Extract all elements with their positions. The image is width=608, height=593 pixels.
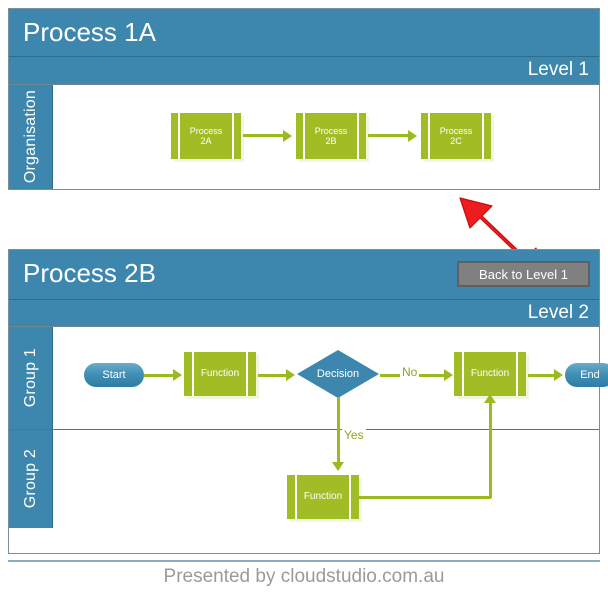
footer-credit: Presented by cloudstudio.com.au [163, 566, 445, 587]
shape-process-2b[interactable]: Process 2B [296, 113, 366, 159]
level-1-label: Level 1 [527, 59, 589, 80]
shape-function-1[interactable]: Function [184, 352, 256, 396]
procbox-right-bar [484, 113, 491, 159]
level-1-title-bar: Process 1A [9, 9, 599, 57]
procbox-label: Process 2C [430, 113, 482, 159]
page-title: Process 1A [23, 17, 156, 47]
shape-end[interactable]: End [565, 363, 608, 387]
arrowhead-yes-to-function3 [332, 462, 344, 471]
shape-function-3[interactable]: Function [287, 475, 359, 519]
level-1-level-badge: Level 1 [9, 57, 599, 85]
level-2-panel: Process 2B Back to Level 1 Level 2 Group… [8, 249, 608, 554]
footer-divider [8, 560, 600, 562]
level-2-title-bar: Process 2B Back to Level 1 [9, 250, 599, 300]
connector-start-to-function1 [144, 373, 175, 377]
procbox-label: Function [297, 475, 349, 519]
connector-label-no: No [400, 365, 420, 379]
connector-2a-to-2b [243, 134, 285, 137]
procbox-left-bar [184, 352, 192, 396]
procbox-left-bar [296, 113, 303, 159]
procbox-label: Process 2B [305, 113, 357, 159]
lane-group-2: Group 2 Yes Function [9, 428, 599, 528]
arrowhead-2b-to-2c [408, 129, 417, 142]
lane-group-1: Group 1 Start Function Decision No Funct… [9, 327, 608, 430]
arrowhead-function1-to-decision [286, 369, 295, 381]
connector-function3-return-vertical [488, 430, 492, 498]
connector-function2-to-end [528, 373, 556, 377]
level-2-level-badge: Level 2 [9, 300, 599, 327]
lane-organisation: Organisation Process 2A Process 2B Proce… [9, 85, 599, 189]
level-1-panel: Process 1A Level 1 Organisation Process 2… [8, 8, 600, 190]
lane-body-group-2: Yes Function [53, 428, 599, 528]
procbox-right-bar [359, 113, 366, 159]
connector-return-vertical-upper [488, 401, 492, 430]
procbox-left-bar [454, 352, 462, 396]
connector-function1-to-decision [258, 373, 288, 377]
procbox-right-bar [234, 113, 241, 159]
connector-decision-yes-stub [336, 397, 340, 430]
arrowhead-decision-to-function2 [444, 369, 453, 381]
shape-function-2[interactable]: Function [454, 352, 526, 396]
procbox-label: Function [464, 352, 516, 396]
procbox-label: Process 2A [180, 113, 232, 159]
procbox-left-bar [287, 475, 295, 519]
lane-label-group-1: Group 1 [9, 327, 53, 429]
level-2-label: Level 2 [527, 302, 589, 323]
shape-process-2a[interactable]: Process 2A [171, 113, 241, 159]
procbox-right-bar [248, 352, 256, 396]
procbox-left-bar [171, 113, 178, 159]
arrowhead-start-to-function1 [173, 369, 182, 381]
lane-label-group-2: Group 2 [9, 430, 53, 528]
connector-function3-return-horizontal [359, 495, 491, 499]
procbox-label: Function [194, 352, 246, 396]
shape-decision[interactable]: Decision [296, 349, 380, 399]
procbox-right-bar [518, 352, 526, 396]
procbox-left-bar [421, 113, 428, 159]
connector-2b-to-2c [368, 134, 410, 137]
lane-body-group-1: Start Function Decision No Function End [53, 327, 608, 430]
procbox-right-bar [351, 475, 359, 519]
arrowhead-2a-to-2b [283, 129, 292, 142]
lane-body-organisation: Process 2A Process 2B Process 2C [53, 85, 599, 189]
shape-process-2c[interactable]: Process 2C [421, 113, 491, 159]
connector-label-yes: Yes [342, 428, 366, 442]
arrowhead-function2-to-end [554, 369, 563, 381]
shape-start[interactable]: Start [84, 363, 144, 387]
lane-label-organisation: Organisation [9, 85, 53, 189]
back-to-level-1-button[interactable]: Back to Level 1 [457, 261, 590, 287]
level-2-page-title: Process 2B [23, 258, 156, 288]
connector-yes-vertical [336, 430, 340, 464]
